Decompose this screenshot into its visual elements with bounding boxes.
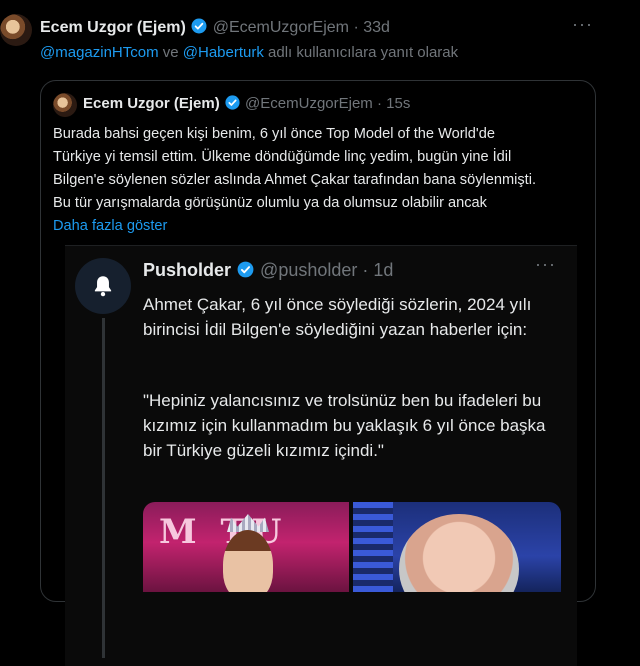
avatar[interactable] [0,14,32,46]
show-more-link[interactable]: Daha fazla göster [53,215,583,238]
timestamp[interactable]: 33d [363,19,390,36]
avatar[interactable] [53,93,77,117]
timestamp[interactable]: 15s [386,95,410,112]
more-dots-icon: ··· [535,254,556,274]
verified-badge-icon [225,95,240,110]
tweet-header: Ecem Uzgor (Ejem) @EcemUzgorEjem · 33d [40,17,390,37]
separator-dot: · [376,95,382,112]
author-handle: @pusholder [260,260,358,280]
text-line: Burada bahsi geçen kişi benim, 6 yıl önc… [53,126,495,142]
author-handle[interactable]: @EcemUzgorEjem [213,19,349,36]
avatar[interactable] [75,258,131,314]
mention-link[interactable]: @Haberturk [183,44,264,61]
embedded-tweet-image[interactable]: Pusholder @pusholder · 1d ··· Ahmet Çaka… [65,245,577,666]
verified-badge-icon [191,18,207,34]
studio-lights [353,502,393,592]
verified-badge-icon [237,261,254,278]
text-line: Türkiye yi temsil ettim. Ülkeme döndüğüm… [53,149,512,165]
media-photo-pageant: M TU [143,502,349,592]
quoted-tweet-header: Ecem Uzgor (Ejem) @EcemUzgorEjem · 15s [83,94,410,112]
bell-icon [94,276,112,297]
media-photo-studio [353,502,561,592]
embedded-paragraph: Ahmet Çakar, 6 yıl önce söylediği sözler… [143,295,532,339]
timestamp: 1d [373,260,394,280]
reply-suffix: adlı kullanıcılara yanıt olarak [263,44,459,61]
quoted-tweet-text: Burada bahsi geçen kişi benim, 6 yıl önc… [53,123,583,238]
quoted-tweet-card[interactable]: Ecem Uzgor (Ejem) @EcemUzgorEjem · 15s B… [40,80,596,666]
mention-link[interactable]: @magazinHTcom [40,44,159,61]
author-name[interactable]: Ecem Uzgor (Ejem) [83,95,220,112]
more-dots-icon[interactable]: ··· [572,14,593,35]
embedded-quote-paragraph: "Hepiniz yalancısınız ve trolsünüz ben b… [143,391,546,460]
author-handle[interactable]: @EcemUzgorEjem [245,95,373,112]
reply-context: @magazinHTcom ve @Haberturk adlı kullanı… [40,44,458,61]
text-line: Bilgen'e söylenen sözler aslında Ahmet Ç… [53,172,537,188]
embedded-tweet-header: Pusholder @pusholder · 1d [143,260,393,281]
author-name: Pusholder [143,260,232,280]
thread-line [102,318,105,658]
separator-dot: · [353,19,359,36]
reply-connector: ve [158,44,183,61]
text-line: Bu tür yarışmalarda görüşünüz olumlu ya … [53,195,487,211]
separator-dot: · [362,260,369,280]
person-figure [223,530,273,592]
author-name[interactable]: Ecem Uzgor (Ejem) [40,19,186,36]
person-figure [399,514,519,592]
